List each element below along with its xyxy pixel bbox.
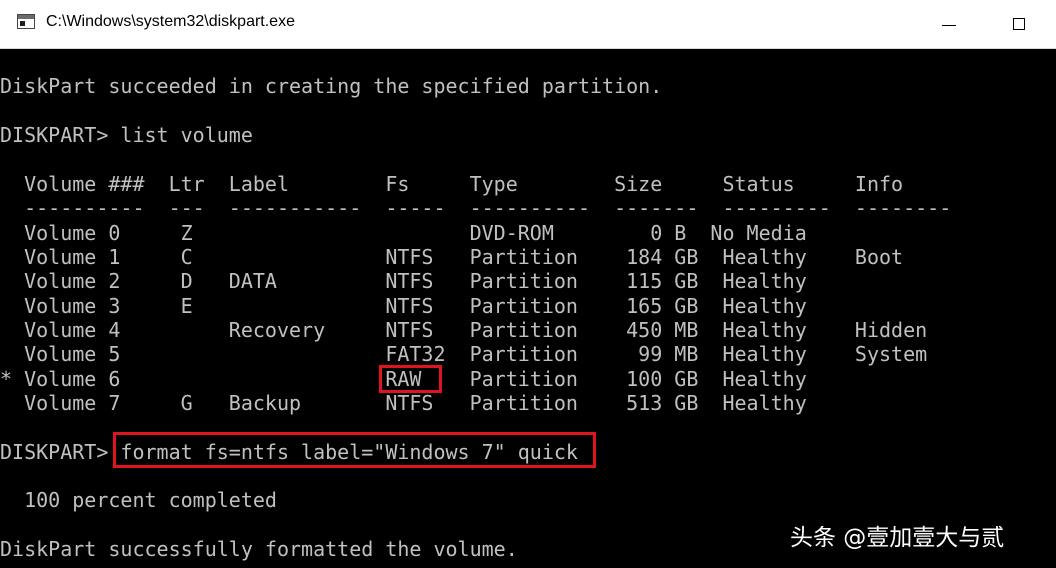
volume-table-separator: ---------- --- ----------- ----- -------… bbox=[0, 196, 952, 220]
volume-row: Volume 4 Recovery NTFS Partition 450 MB … bbox=[0, 318, 928, 342]
volume-table-header: Volume ### Ltr Label Fs Type Size Status… bbox=[0, 172, 904, 196]
volume-row: Volume 5 FAT32 Partition 99 MB Healthy S… bbox=[0, 342, 928, 366]
volume-row: Volume 1 C NTFS Partition 184 GB Healthy… bbox=[0, 245, 904, 269]
maximize-button[interactable] bbox=[996, 0, 1042, 48]
minimize-icon bbox=[942, 24, 956, 26]
console-line: DiskPart succeeded in creating the speci… bbox=[0, 74, 663, 98]
maximize-icon bbox=[1013, 18, 1025, 30]
console-line: DISKPART> list volume bbox=[0, 123, 253, 147]
watermark: 头条 @壹加壹大与贰 bbox=[790, 525, 1005, 551]
window-title: C:\Windows\system32\diskpart.exe bbox=[46, 13, 295, 30]
title-bar: C:\Windows\system32\diskpart.exe bbox=[0, 0, 1056, 49]
console-output[interactable]: DiskPart succeeded in creating the speci… bbox=[0, 48, 1056, 568]
format-command-highlight-box bbox=[113, 432, 596, 468]
volume-row: Volume 2 D DATA NTFS Partition 115 GB He… bbox=[0, 269, 807, 293]
volume-row: Volume 7 G Backup NTFS Partition 513 GB … bbox=[0, 391, 807, 415]
console-line: 100 percent completed bbox=[0, 488, 277, 512]
raw-highlight-box bbox=[379, 365, 442, 393]
volume-row: Volume 3 E NTFS Partition 165 GB Healthy bbox=[0, 294, 807, 318]
console-line: DiskPart successfully formatted the volu… bbox=[0, 537, 518, 561]
console-window-icon[interactable] bbox=[17, 14, 35, 29]
volume-row: Volume 0 Z DVD-ROM 0 B No Media bbox=[0, 221, 807, 245]
minimize-button[interactable] bbox=[926, 0, 972, 48]
